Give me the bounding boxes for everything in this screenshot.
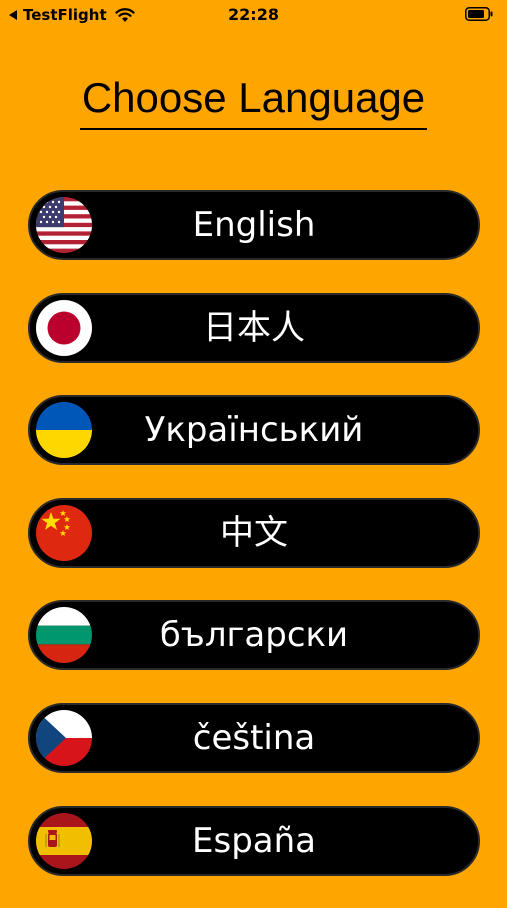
japan-flag-icon xyxy=(36,299,92,356)
language-button-czech[interactable]: čeština xyxy=(28,702,480,773)
china-flag-icon xyxy=(36,504,92,561)
czech-flag-icon xyxy=(36,709,92,766)
battery-icon xyxy=(465,7,493,21)
language-list: English 日本人 Український 中文 български češ… xyxy=(28,190,480,908)
language-button-chinese[interactable]: 中文 xyxy=(28,497,480,568)
language-button-english[interactable]: English xyxy=(28,190,480,260)
title-container: Choose Language xyxy=(0,72,507,130)
status-time: 22:28 xyxy=(228,5,279,24)
language-button-ukrainian[interactable]: Український xyxy=(28,395,480,466)
language-label: 日本人 xyxy=(203,307,305,348)
language-button-spanish[interactable]: España xyxy=(28,805,480,876)
language-button-japanese[interactable]: 日本人 xyxy=(28,292,480,363)
page-title: Choose Language xyxy=(79,72,428,130)
language-label: български xyxy=(159,615,349,656)
language-label: 中文 xyxy=(220,512,288,553)
bulgaria-flag-icon xyxy=(36,607,92,664)
language-label: English xyxy=(192,205,316,245)
language-label: Український xyxy=(144,410,364,451)
language-label: čeština xyxy=(192,717,316,758)
spain-flag-icon xyxy=(36,812,92,869)
us-flag-icon xyxy=(36,197,92,253)
language-label: España xyxy=(192,820,316,861)
ukraine-flag-icon xyxy=(36,402,92,459)
language-button-bulgarian[interactable]: български xyxy=(28,600,480,671)
status-bar: TestFlight 22:28 xyxy=(0,0,507,30)
